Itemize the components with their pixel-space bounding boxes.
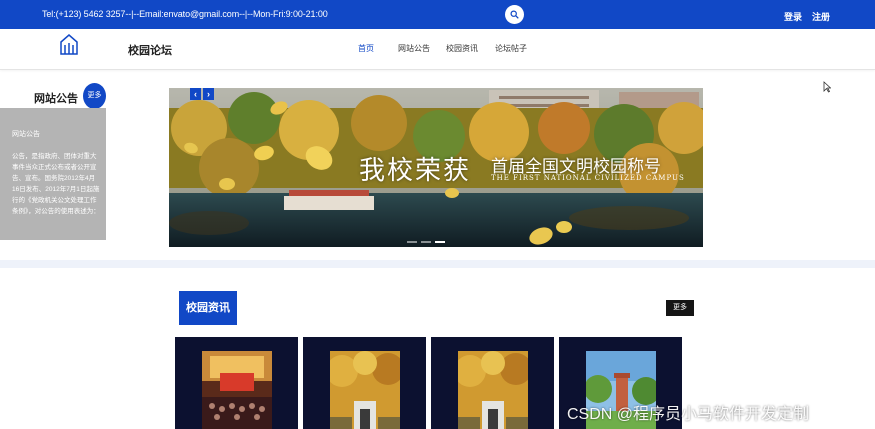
news-section-title: 校园资讯 (179, 291, 237, 325)
banner-headline: 我校荣获 (359, 156, 472, 186)
top-bar: Tel:(+123) 5462 3257--|--Email:envato@gm… (0, 0, 875, 29)
carousel-prev-button[interactable]: ‹ (190, 88, 201, 100)
logo-icon[interactable] (60, 33, 78, 55)
news-more-button[interactable]: 更多 (666, 300, 694, 316)
mouse-cursor-icon (823, 81, 831, 93)
news-card[interactable] (431, 337, 554, 429)
notice-panel-title[interactable]: 网站公告 (12, 129, 40, 139)
news-thumbnail (202, 351, 272, 429)
watermark: CSDN @程序员小马软件开发定制 (567, 406, 810, 423)
carousel-indicators[interactable] (407, 230, 449, 247)
contact-info: Tel:(+123) 5462 3257--|--Email:envato@gm… (42, 9, 328, 19)
section-divider (0, 260, 875, 268)
notice-heading: 网站公告 (34, 93, 78, 105)
nav-campus-news[interactable]: 校园资讯 (446, 43, 478, 54)
chevron-right-icon: › (207, 89, 210, 99)
login-link[interactable]: 登录 (784, 10, 802, 23)
site-title[interactable]: 校园论坛 (128, 42, 172, 58)
search-icon (510, 10, 519, 19)
news-card[interactable] (303, 337, 426, 429)
chevron-left-icon: ‹ (194, 89, 197, 99)
news-card[interactable] (175, 337, 298, 429)
register-link[interactable]: 注册 (812, 10, 830, 23)
nav-home[interactable]: 首页 (358, 43, 374, 54)
nav-announcements[interactable]: 网站公告 (398, 43, 430, 54)
nav-forum-posts[interactable]: 论坛帖子 (495, 43, 527, 54)
news-thumbnail (458, 351, 528, 429)
carousel-next-button[interactable]: › (203, 88, 214, 100)
main-navbar: 校园论坛 首页 网站公告 校园资讯 论坛帖子 (0, 29, 875, 70)
notice-more-button[interactable]: 更多 (83, 83, 106, 109)
notice-panel-body: 公告，是指政府、团体对重大事件当众正式公布或者公开宣告、宣布。国务院2012年4… (12, 153, 100, 215)
notice-panel: 网站公告 公告，是指政府、团体对重大事件当众正式公布或者公开宣告、宣布。国务院2… (0, 108, 106, 240)
banner-english-subtitle: THE FIRST NATIONAL CIVILIZED CAMPUS (491, 174, 685, 182)
news-thumbnail (330, 351, 400, 429)
banner-carousel[interactable]: ‹ › 我校荣获 首届全国文明校园称号 THE FIRST NATIONAL C… (169, 88, 703, 247)
search-button[interactable] (505, 5, 524, 24)
